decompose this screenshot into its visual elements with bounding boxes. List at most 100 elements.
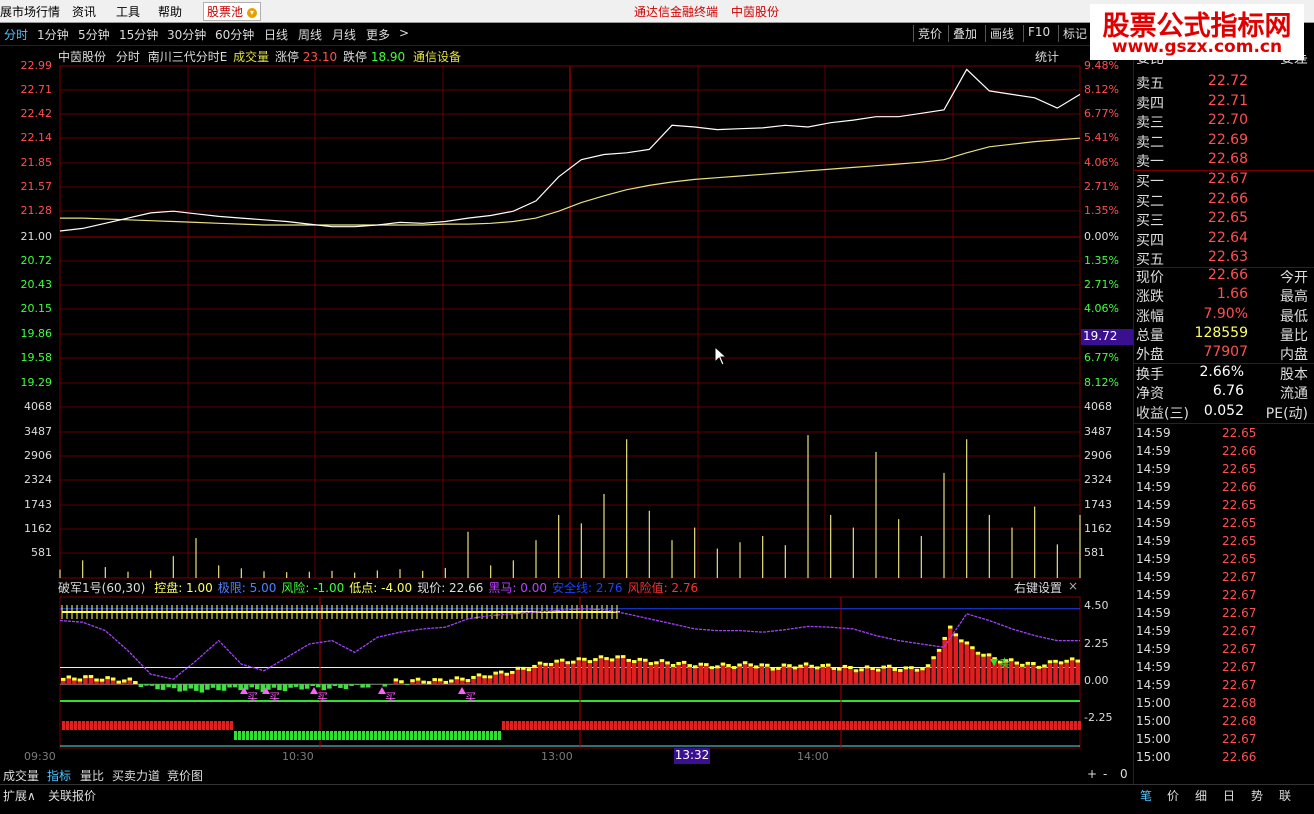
- price-tick-label: 22.71: [20, 83, 53, 96]
- indicator-name[interactable]: 破军1号(60,30): [58, 581, 145, 595]
- indicator-bar-cap: [742, 661, 748, 665]
- indicator-bar-cap: [1058, 661, 1064, 665]
- indicator-bar-cap: [1064, 659, 1069, 663]
- state-strip-cell: [882, 721, 885, 730]
- expand-button[interactable]: 扩展∧: [3, 787, 36, 804]
- close-icon[interactable]: ×: [1068, 579, 1078, 593]
- indicator-bar-positive: [1031, 664, 1036, 685]
- tab-30min[interactable]: 30分钟: [167, 26, 206, 43]
- f10-button[interactable]: F10: [1023, 25, 1054, 42]
- zoom-in-button[interactable]: +: [1087, 767, 1097, 781]
- indicator-bar-positive: [410, 682, 415, 685]
- indicator-bar-positive: [975, 654, 981, 685]
- state-strip-cell: [522, 721, 525, 730]
- chevron-right-icon[interactable]: >: [399, 26, 409, 40]
- indicator-values: 控盘: 1.00 极限: 5.00 风险: -1.00 低点: -4.00 现价: 22…: [149, 581, 698, 595]
- quote-key: 涨幅: [1136, 308, 1164, 325]
- indicator-bar-positive: [765, 666, 770, 685]
- tab-related[interactable]: 联: [1279, 787, 1291, 804]
- tab-15min[interactable]: 15分钟: [119, 26, 158, 43]
- indicator-bar-positive: [654, 664, 659, 685]
- volume-tick-label-right: 581: [1084, 546, 1105, 559]
- related-quotes-button[interactable]: 关联报价: [48, 787, 96, 804]
- indicator-bar-positive: [72, 680, 77, 685]
- tick-price: 22.65: [1222, 534, 1257, 548]
- tick-price: 22.66: [1222, 480, 1257, 494]
- tick-price: 22.67: [1222, 570, 1257, 584]
- indicator-bar-cap: [615, 655, 620, 659]
- overlay-button[interactable]: 叠加: [948, 25, 981, 42]
- reset-button[interactable]: 0: [1120, 767, 1128, 781]
- tab-5min[interactable]: 5分钟: [78, 26, 110, 43]
- quote-stat-row: 换手 2.66% 股本: [1134, 364, 1312, 383]
- tick-list: 14:59 22.65 14:59 22.66 14:59 22.65 14:59 22.66…: [1133, 423, 1314, 784]
- indicator-bar-cap: [870, 667, 875, 671]
- tab-60min[interactable]: 60分钟: [215, 26, 254, 43]
- auction-button[interactable]: 竞价: [913, 25, 946, 42]
- quote-key-secondary: 量比: [1280, 327, 1308, 344]
- state-strip-cell: [666, 721, 669, 730]
- stock-pool-button[interactable]: 股票池 ▾: [203, 2, 261, 21]
- quote-key: 外盘: [1136, 347, 1164, 364]
- tab-ticks[interactable]: 笔: [1140, 787, 1152, 804]
- tick-row: 15:00 22.67: [1134, 732, 1312, 750]
- tab-auction-chart[interactable]: 竞价图: [167, 767, 203, 784]
- state-strip-cell: [738, 721, 741, 730]
- tab-detail[interactable]: 细: [1195, 787, 1207, 804]
- tab-volume-ratio[interactable]: 量比: [80, 767, 104, 784]
- tab-day[interactable]: 日: [1223, 787, 1235, 804]
- state-strip-cell: [1050, 721, 1053, 730]
- mark-button[interactable]: 标记: [1058, 25, 1091, 42]
- menu-help[interactable]: 帮助: [158, 3, 182, 20]
- indicator-bar-cap: [704, 663, 709, 667]
- tab-1min[interactable]: 1分钟: [37, 26, 69, 43]
- terminal-link[interactable]: 通达信金融终端: [634, 3, 718, 20]
- state-strip-cell: [398, 731, 401, 740]
- tick-row: 14:59 22.65: [1134, 462, 1312, 480]
- tab-volume[interactable]: 成交量: [3, 767, 39, 784]
- state-strip-cell: [106, 721, 109, 730]
- indicator-bar-cap: [471, 675, 476, 679]
- indicator-bar-cap: [504, 672, 510, 676]
- indicator-bar-negative: [365, 684, 371, 688]
- state-strip-cell: [90, 721, 93, 730]
- right-click-settings[interactable]: 右键设置: [1014, 579, 1062, 596]
- state-strip-cell: [1034, 721, 1037, 730]
- tab-price[interactable]: 价: [1167, 787, 1179, 804]
- indicator-bar-negative: [288, 684, 293, 688]
- indicator-bar-cap: [892, 668, 898, 672]
- menu-news[interactable]: 资讯: [72, 3, 96, 20]
- indicator-bar-positive: [83, 678, 88, 685]
- state-strip-cell: [170, 721, 173, 730]
- zoom-out-button[interactable]: -: [1103, 767, 1107, 781]
- tab-more[interactable]: 更多: [366, 26, 390, 43]
- indicator-bar-cap: [460, 677, 465, 681]
- tab-monthly[interactable]: 月线: [332, 26, 356, 43]
- indicator-bar-negative: [194, 684, 199, 691]
- quote-value: 22.68: [1207, 151, 1248, 167]
- menu-market[interactable]: 展市场行情: [0, 3, 60, 20]
- tick-time: 15:00: [1136, 732, 1171, 746]
- state-strip-cell: [954, 721, 957, 730]
- tab-trend[interactable]: 势: [1251, 787, 1263, 804]
- state-strip-cell: [902, 721, 905, 730]
- tab-buy-sell-power[interactable]: 买卖力道: [112, 767, 160, 784]
- indicator-bar-positive: [515, 669, 521, 685]
- state-strip-cell: [630, 721, 633, 730]
- volume-tick-label: 581: [31, 546, 52, 559]
- indicator-bar-negative: [404, 684, 410, 685]
- tab-daily[interactable]: 日线: [264, 26, 288, 43]
- tab-indicator[interactable]: 指标: [47, 767, 71, 784]
- tick-price: 22.68: [1222, 714, 1257, 728]
- indicator-bar-cap: [665, 661, 670, 665]
- tab-intraday[interactable]: 分时: [4, 26, 28, 43]
- indicator-bar-positive: [914, 671, 920, 685]
- tick-price: 22.66: [1222, 750, 1257, 764]
- indicator-bar-cap: [820, 664, 825, 668]
- tab-weekly[interactable]: 周线: [298, 26, 322, 43]
- ask-level-row: 卖五 22.72: [1134, 73, 1312, 92]
- menu-tools[interactable]: 工具: [116, 3, 140, 20]
- draw-line-button[interactable]: 画线: [985, 25, 1018, 42]
- stock-name-link[interactable]: 中茵股份: [731, 3, 779, 20]
- quote-key: 换手: [1136, 367, 1164, 383]
